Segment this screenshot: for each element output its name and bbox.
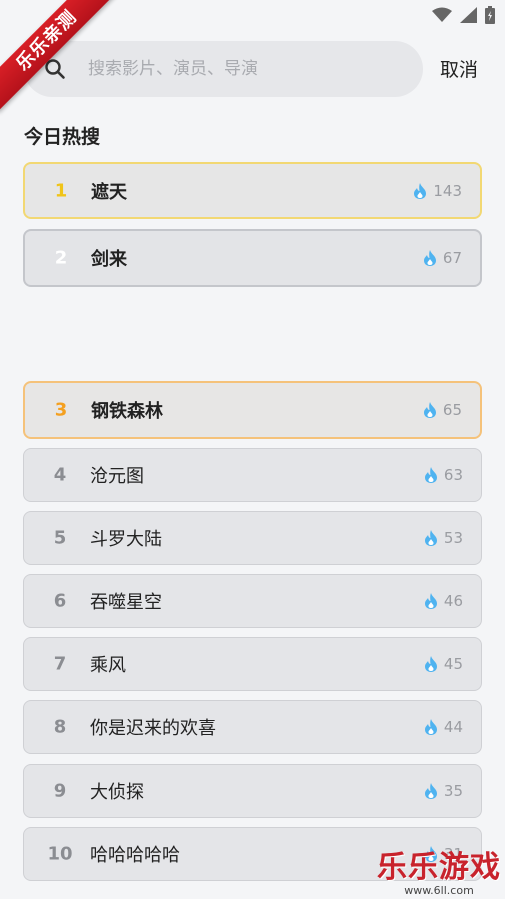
hot-search-item[interactable]: 7 乘风 45 [23, 637, 482, 691]
status-icons [432, 6, 495, 28]
heat-value: 143 [433, 181, 462, 200]
heat-count: 63 [424, 466, 463, 484]
heat-value: 45 [443, 655, 463, 673]
signal-icon [460, 7, 477, 27]
hot-search-item[interactable]: 9 大侦探 35 [23, 764, 482, 818]
hot-search-item[interactable]: 1 遮天 143 [23, 162, 482, 219]
heat-value: 65 [442, 401, 462, 419]
heat-count: 35 [424, 782, 463, 800]
heat-value: 53 [443, 529, 463, 547]
fire-icon [423, 402, 437, 418]
wifi-icon [432, 7, 452, 27]
hot-search-item[interactable]: 3 钢铁森林 65 [23, 381, 482, 439]
hot-search-item[interactable]: 2 剑来 67 [23, 229, 482, 287]
heat-value: 67 [442, 249, 462, 267]
heat-value: 46 [443, 592, 463, 610]
heat-count: 46 [424, 592, 463, 610]
title-text: 乘风 [90, 655, 126, 676]
fire-icon [424, 783, 438, 799]
heat-value: 63 [443, 466, 463, 484]
heat-count: 44 [424, 718, 463, 736]
title-text: 剑来 [91, 249, 127, 270]
heat-value: 35 [443, 782, 463, 800]
heat-count: 67 [423, 249, 462, 267]
heat-count: 65 [423, 401, 462, 419]
fire-icon [424, 467, 438, 483]
hot-search-item[interactable]: 8 你是迟来的欢喜 44 [23, 700, 482, 754]
rank-number: 2 [54, 247, 68, 269]
title-text: 沧元图 [90, 466, 144, 487]
hot-search-item[interactable]: 4 沧元图 63 [23, 448, 482, 502]
title-text: 大侦探 [90, 782, 144, 803]
heat-count: 143 [413, 182, 462, 200]
fire-icon [423, 250, 437, 266]
title-text: 哈哈哈哈哈 [90, 845, 180, 866]
battery-charging-icon [485, 6, 495, 28]
watermark-title: 乐乐游戏 [377, 850, 501, 885]
cancel-button[interactable]: 取消 [440, 55, 478, 82]
hot-search-item[interactable]: 5 斗罗大陆 53 [23, 511, 482, 565]
heat-count: 45 [424, 655, 463, 673]
rank-number: 10 [47, 843, 73, 865]
rank-number: 3 [54, 399, 68, 421]
ribbon-text: 乐乐亲测 [0, 0, 118, 112]
hot-search-page: 乐乐亲测 取消 今日热搜 1 遮天 143 2 剑来 67 3 钢铁森林 [0, 0, 505, 899]
heat-count: 53 [424, 529, 463, 547]
rank-number: 9 [53, 780, 67, 802]
heat-value: 44 [443, 718, 463, 736]
rank-number: 5 [53, 527, 67, 549]
rank-number: 6 [53, 590, 67, 612]
rank-number: 1 [54, 180, 68, 201]
hot-search-item[interactable]: 6 吞噬星空 46 [23, 574, 482, 628]
rank-number: 4 [53, 464, 67, 486]
fire-icon [424, 656, 438, 672]
search-input[interactable] [88, 55, 408, 83]
title-text: 钢铁森林 [91, 401, 163, 422]
title-text: 吞噬星空 [90, 592, 162, 613]
site-watermark: 乐乐游戏 www.6ll.com [377, 851, 501, 897]
fire-icon [413, 182, 427, 199]
fire-icon [424, 719, 438, 735]
fire-icon [424, 593, 438, 609]
rank-number: 7 [53, 653, 67, 675]
title-text: 斗罗大陆 [90, 529, 162, 550]
section-title: 今日热搜 [24, 126, 101, 148]
title-text: 遮天 [91, 181, 127, 203]
title-text: 你是迟来的欢喜 [90, 718, 216, 739]
watermark-url: www.6ll.com [404, 884, 474, 897]
corner-ribbon: 乐乐亲测 [0, 0, 120, 120]
fire-icon [424, 530, 438, 546]
rank-number: 8 [53, 716, 67, 738]
